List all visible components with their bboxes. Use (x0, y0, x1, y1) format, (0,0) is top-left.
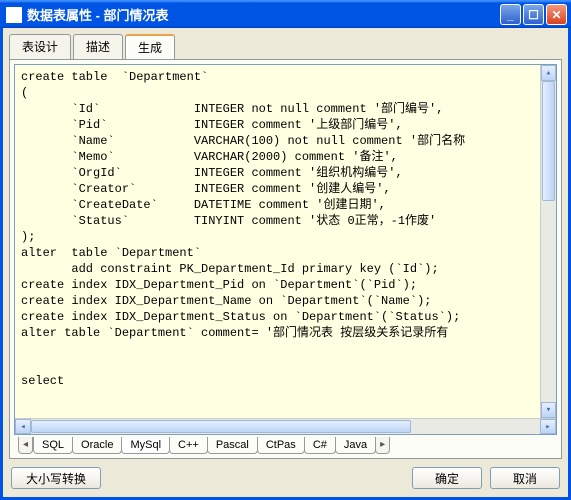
tab-scroll-right-icon[interactable]: ▸ (375, 437, 390, 454)
close-button[interactable]: ✕ (546, 4, 567, 25)
scroll-left-arrow-icon[interactable]: ◂ (15, 419, 31, 434)
scroll-thumb[interactable] (542, 81, 555, 201)
tab-content: create table `Department` ( `Id` INTEGER… (9, 59, 562, 459)
lang-tab-cpp[interactable]: C++ (169, 437, 208, 454)
button-label: 确定 (435, 472, 459, 486)
case-toggle-button[interactable]: 大小写转换 (11, 467, 101, 489)
tab-label: 生成 (138, 41, 162, 55)
tab-label: 表设计 (22, 40, 58, 54)
lang-tab-label: Java (344, 439, 367, 451)
tab-generate[interactable]: 生成 (125, 34, 175, 59)
app-icon (6, 7, 22, 23)
scroll-thumb[interactable] (31, 420, 411, 433)
title-bar: 数据表属性 - 部门情况表 _ ☐ ✕ (0, 0, 571, 28)
tab-description[interactable]: 描述 (73, 34, 123, 59)
button-label: 大小写转换 (26, 472, 86, 486)
lang-tab-oracle[interactable]: Oracle (72, 437, 122, 454)
tab-label: 描述 (86, 40, 110, 54)
lang-tab-pascal[interactable]: Pascal (207, 437, 258, 454)
tab-scroll-left-icon[interactable]: ◂ (18, 437, 33, 454)
scroll-right-arrow-icon[interactable]: ▸ (540, 419, 556, 434)
window-title: 数据表属性 - 部门情况表 (27, 5, 500, 24)
vertical-scrollbar[interactable]: ▴ ▾ (540, 65, 556, 418)
lang-tab-ctpas[interactable]: CtPas (257, 437, 305, 454)
button-row: 大小写转换 确定 取消 (9, 459, 562, 491)
lang-tab-label: MySql (130, 439, 161, 451)
button-label: 取消 (513, 472, 537, 486)
maximize-button[interactable]: ☐ (523, 4, 544, 25)
scroll-down-arrow-icon[interactable]: ▾ (541, 402, 556, 418)
code-editor[interactable]: create table `Department` ( `Id` INTEGER… (14, 64, 557, 435)
cancel-button[interactable]: 取消 (490, 467, 560, 489)
client-area: 表设计 描述 生成 create table `Department` ( `I… (0, 28, 571, 500)
language-tabs: ◂ SQL Oracle MySql C++ Pascal CtPas C# J… (14, 435, 557, 454)
horizontal-scrollbar[interactable]: ◂ ▸ (15, 418, 556, 434)
code-body: create table `Department` ( `Id` INTEGER… (15, 65, 556, 418)
ok-button[interactable]: 确定 (412, 467, 482, 489)
lang-tab-label: Pascal (216, 439, 249, 451)
lang-tab-label: C# (313, 439, 327, 451)
lang-tab-label: C++ (178, 439, 199, 451)
minimize-button[interactable]: _ (500, 4, 521, 25)
tab-design[interactable]: 表设计 (9, 34, 71, 59)
lang-tab-label: SQL (42, 439, 64, 451)
lang-tab-csharp[interactable]: C# (304, 437, 336, 454)
lang-tab-sql[interactable]: SQL (33, 437, 73, 454)
main-tabs: 表设计 描述 生成 (9, 34, 562, 59)
lang-tab-label: CtPas (266, 439, 296, 451)
window-controls: _ ☐ ✕ (500, 4, 567, 25)
lang-tab-mysql[interactable]: MySql (121, 437, 170, 454)
sql-text[interactable]: create table `Department` ( `Id` INTEGER… (15, 65, 471, 393)
lang-tab-label: Oracle (81, 439, 113, 451)
scroll-up-arrow-icon[interactable]: ▴ (541, 65, 556, 81)
lang-tab-java[interactable]: Java (335, 437, 376, 454)
